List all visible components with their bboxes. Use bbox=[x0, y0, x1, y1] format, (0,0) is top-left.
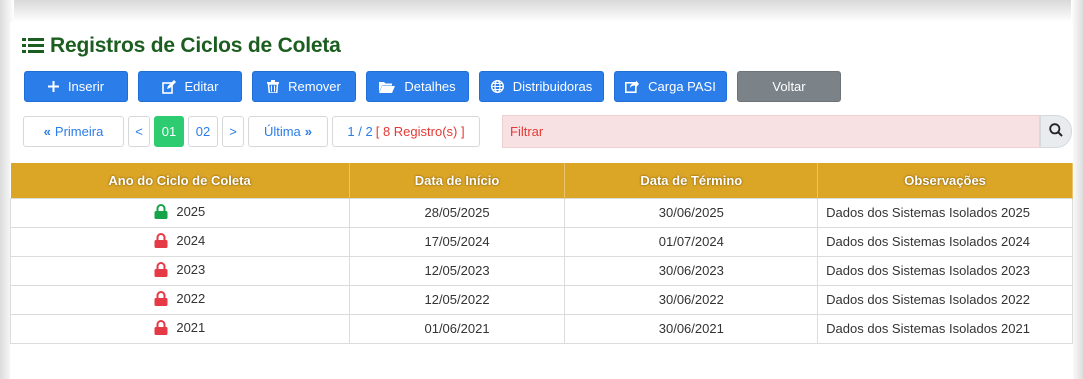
carga-pasi-button[interactable]: Carga PASI bbox=[614, 71, 727, 102]
column-header-termino[interactable]: Data de Término bbox=[564, 163, 819, 198]
cell-inicio: 12/05/2022 bbox=[348, 284, 566, 315]
ano-value: 2021 bbox=[176, 319, 206, 335]
cell-inicio: 17/05/2024 bbox=[348, 226, 566, 257]
cell-observacoes: Dados dos Sistemas Isolados 2024 bbox=[817, 226, 1073, 257]
cell-observacoes: Dados dos Sistemas Isolados 2025 bbox=[817, 197, 1073, 228]
distributors-button-label: Distribuidoras bbox=[512, 79, 593, 94]
page-counter: 1 / 2 bbox=[347, 124, 373, 139]
cell-inicio: 12/05/2023 bbox=[348, 255, 566, 286]
last-page-label: Última bbox=[263, 124, 301, 139]
column-header-observacoes[interactable]: Observações bbox=[817, 163, 1073, 198]
page-number: 01 bbox=[161, 124, 177, 139]
page-button-01[interactable]: 01 bbox=[154, 116, 184, 147]
page-header: Registros de Ciclos de Coleta bbox=[22, 34, 341, 58]
first-page-label: Primeira bbox=[54, 124, 104, 139]
cell-ano: 2022 bbox=[10, 284, 350, 315]
table-row[interactable]: 2025 28/05/2025 30/06/2025 Dados dos Sis… bbox=[10, 197, 1073, 228]
lock-closed-icon bbox=[154, 232, 168, 248]
table-row[interactable]: 2021 01/06/2021 30/06/2021 Dados dos Sis… bbox=[10, 313, 1073, 344]
cell-observacoes: Dados dos Sistemas Isolados 2021 bbox=[817, 313, 1073, 344]
search-button[interactable] bbox=[1040, 115, 1072, 148]
filter-placeholder: Filtrar bbox=[510, 124, 544, 139]
external-share-icon bbox=[625, 80, 640, 93]
column-header-ano[interactable]: Ano do Ciclo de Coleta bbox=[10, 163, 350, 198]
edit-button-label: Editar bbox=[184, 79, 219, 94]
cell-termino: 30/06/2025 bbox=[564, 197, 819, 228]
lock-closed-icon bbox=[154, 290, 168, 306]
page-button-02[interactable]: 02 bbox=[188, 116, 218, 147]
pagination: « Primeira < 01 02 > Última » 1 / 2 [ 8 … bbox=[23, 115, 484, 148]
double-chevron-right-icon: » bbox=[304, 124, 313, 139]
cell-ano: 2025 bbox=[10, 197, 350, 228]
cell-ano: 2024 bbox=[10, 226, 350, 257]
cell-termino: 01/07/2024 bbox=[564, 226, 819, 257]
trash-icon bbox=[267, 80, 280, 93]
insert-button-label: Inserir bbox=[67, 79, 105, 94]
record-count: [ 8 Registro(s) ] bbox=[375, 124, 465, 139]
ano-value: 2025 bbox=[176, 203, 206, 219]
toolbar: Inserir Editar Remover Detalhes Distribu… bbox=[24, 71, 851, 102]
lock-closed-icon bbox=[154, 261, 168, 277]
page-number: 02 bbox=[195, 124, 211, 139]
ano-value: 2023 bbox=[176, 261, 206, 277]
table-row[interactable]: 2024 17/05/2024 01/07/2024 Dados dos Sis… bbox=[10, 226, 1073, 257]
window-shadow-top bbox=[0, 0, 1083, 22]
table-row[interactable]: 2022 12/05/2022 30/06/2022 Dados dos Sis… bbox=[10, 284, 1073, 315]
ano-value: 2024 bbox=[176, 232, 206, 248]
page-title: Registros de Ciclos de Coleta bbox=[50, 34, 341, 57]
first-page-button[interactable]: « Primeira bbox=[23, 116, 124, 147]
distributors-button[interactable]: Distribuidoras bbox=[479, 71, 604, 102]
filter-input[interactable]: Filtrar bbox=[502, 115, 1040, 148]
insert-button[interactable]: Inserir bbox=[24, 71, 128, 102]
back-button-label: Voltar bbox=[772, 79, 806, 94]
cell-ano: 2023 bbox=[10, 255, 350, 286]
cell-termino: 30/06/2021 bbox=[564, 313, 819, 344]
column-header-inicio[interactable]: Data de Início bbox=[349, 163, 566, 198]
cell-termino: 30/06/2023 bbox=[564, 255, 819, 286]
double-chevron-left-icon: « bbox=[43, 124, 51, 139]
cell-observacoes: Dados dos Sistemas Isolados 2023 bbox=[817, 255, 1073, 286]
remove-button[interactable]: Remover bbox=[252, 71, 356, 102]
cell-inicio: 01/06/2021 bbox=[348, 313, 566, 344]
chevron-left-icon: < bbox=[135, 124, 143, 139]
plus-icon bbox=[47, 81, 59, 92]
cell-observacoes: Dados dos Sistemas Isolados 2022 bbox=[817, 284, 1073, 315]
page: Registros de Ciclos de Coleta Inserir Ed… bbox=[10, 22, 1073, 379]
cell-termino: 30/06/2022 bbox=[564, 284, 819, 315]
back-button[interactable]: Voltar bbox=[737, 71, 841, 102]
lock-closed-icon bbox=[154, 319, 168, 335]
prev-page-button[interactable]: < bbox=[128, 116, 150, 147]
edit-icon bbox=[161, 79, 176, 94]
ano-value: 2022 bbox=[176, 290, 206, 306]
cycles-table: Ano do Ciclo de Coleta Data de Início Da… bbox=[10, 163, 1073, 344]
remove-button-label: Remover bbox=[288, 79, 341, 94]
edit-button[interactable]: Editar bbox=[138, 71, 242, 102]
search-icon bbox=[1049, 123, 1063, 140]
page-info: 1 / 2 [ 8 Registro(s) ] bbox=[332, 116, 480, 147]
chevron-right-icon: > bbox=[229, 124, 237, 139]
lock-open-icon bbox=[154, 203, 168, 219]
last-page-button[interactable]: Última » bbox=[248, 116, 328, 147]
table-header-row: Ano do Ciclo de Coleta Data de Início Da… bbox=[10, 163, 1073, 198]
carga-pasi-button-label: Carga PASI bbox=[648, 79, 716, 94]
table-row[interactable]: 2023 12/05/2023 30/06/2023 Dados dos Sis… bbox=[10, 255, 1073, 286]
cell-ano: 2021 bbox=[10, 313, 350, 344]
details-button-label: Detalhes bbox=[404, 79, 456, 94]
list-icon bbox=[22, 37, 44, 55]
cell-inicio: 28/05/2025 bbox=[348, 197, 566, 228]
details-button[interactable]: Detalhes bbox=[366, 71, 469, 102]
folder-open-icon bbox=[379, 81, 396, 93]
globe-icon bbox=[490, 80, 504, 93]
next-page-button[interactable]: > bbox=[222, 116, 244, 147]
